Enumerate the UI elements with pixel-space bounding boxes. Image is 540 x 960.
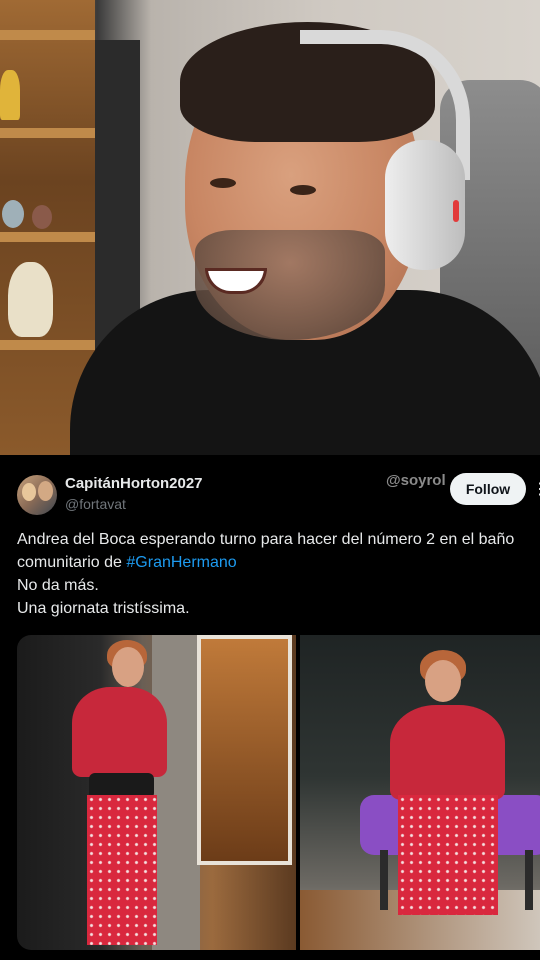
webcam-video xyxy=(0,0,540,455)
watermark: @soyrol xyxy=(386,472,446,489)
display-name[interactable]: CapitánHorton2027 xyxy=(65,475,203,492)
tweet-line: Andrea del Boca esperando turno para hac… xyxy=(17,531,515,548)
hashtag-link[interactable]: #GranHermano xyxy=(126,554,236,571)
media-photo-2[interactable] xyxy=(300,635,540,950)
tweet-line: Una giornata tristíssima. xyxy=(17,600,190,617)
tweet-line: comunitario de #GranHermano xyxy=(17,554,237,571)
avatar[interactable] xyxy=(17,475,57,515)
tweet-card: CapitánHorton2027 @fortavat @soyrol Foll… xyxy=(0,455,540,960)
user-handle[interactable]: @fortavat xyxy=(65,496,126,512)
tweet-line: No da más. xyxy=(17,577,99,594)
more-icon[interactable]: ⋮ xyxy=(532,479,540,499)
tweet-media xyxy=(17,635,540,950)
follow-button[interactable]: Follow xyxy=(450,473,526,505)
media-photo-1[interactable] xyxy=(17,635,296,950)
tweet-text: Andrea del Boca esperando turno para hac… xyxy=(17,528,540,620)
